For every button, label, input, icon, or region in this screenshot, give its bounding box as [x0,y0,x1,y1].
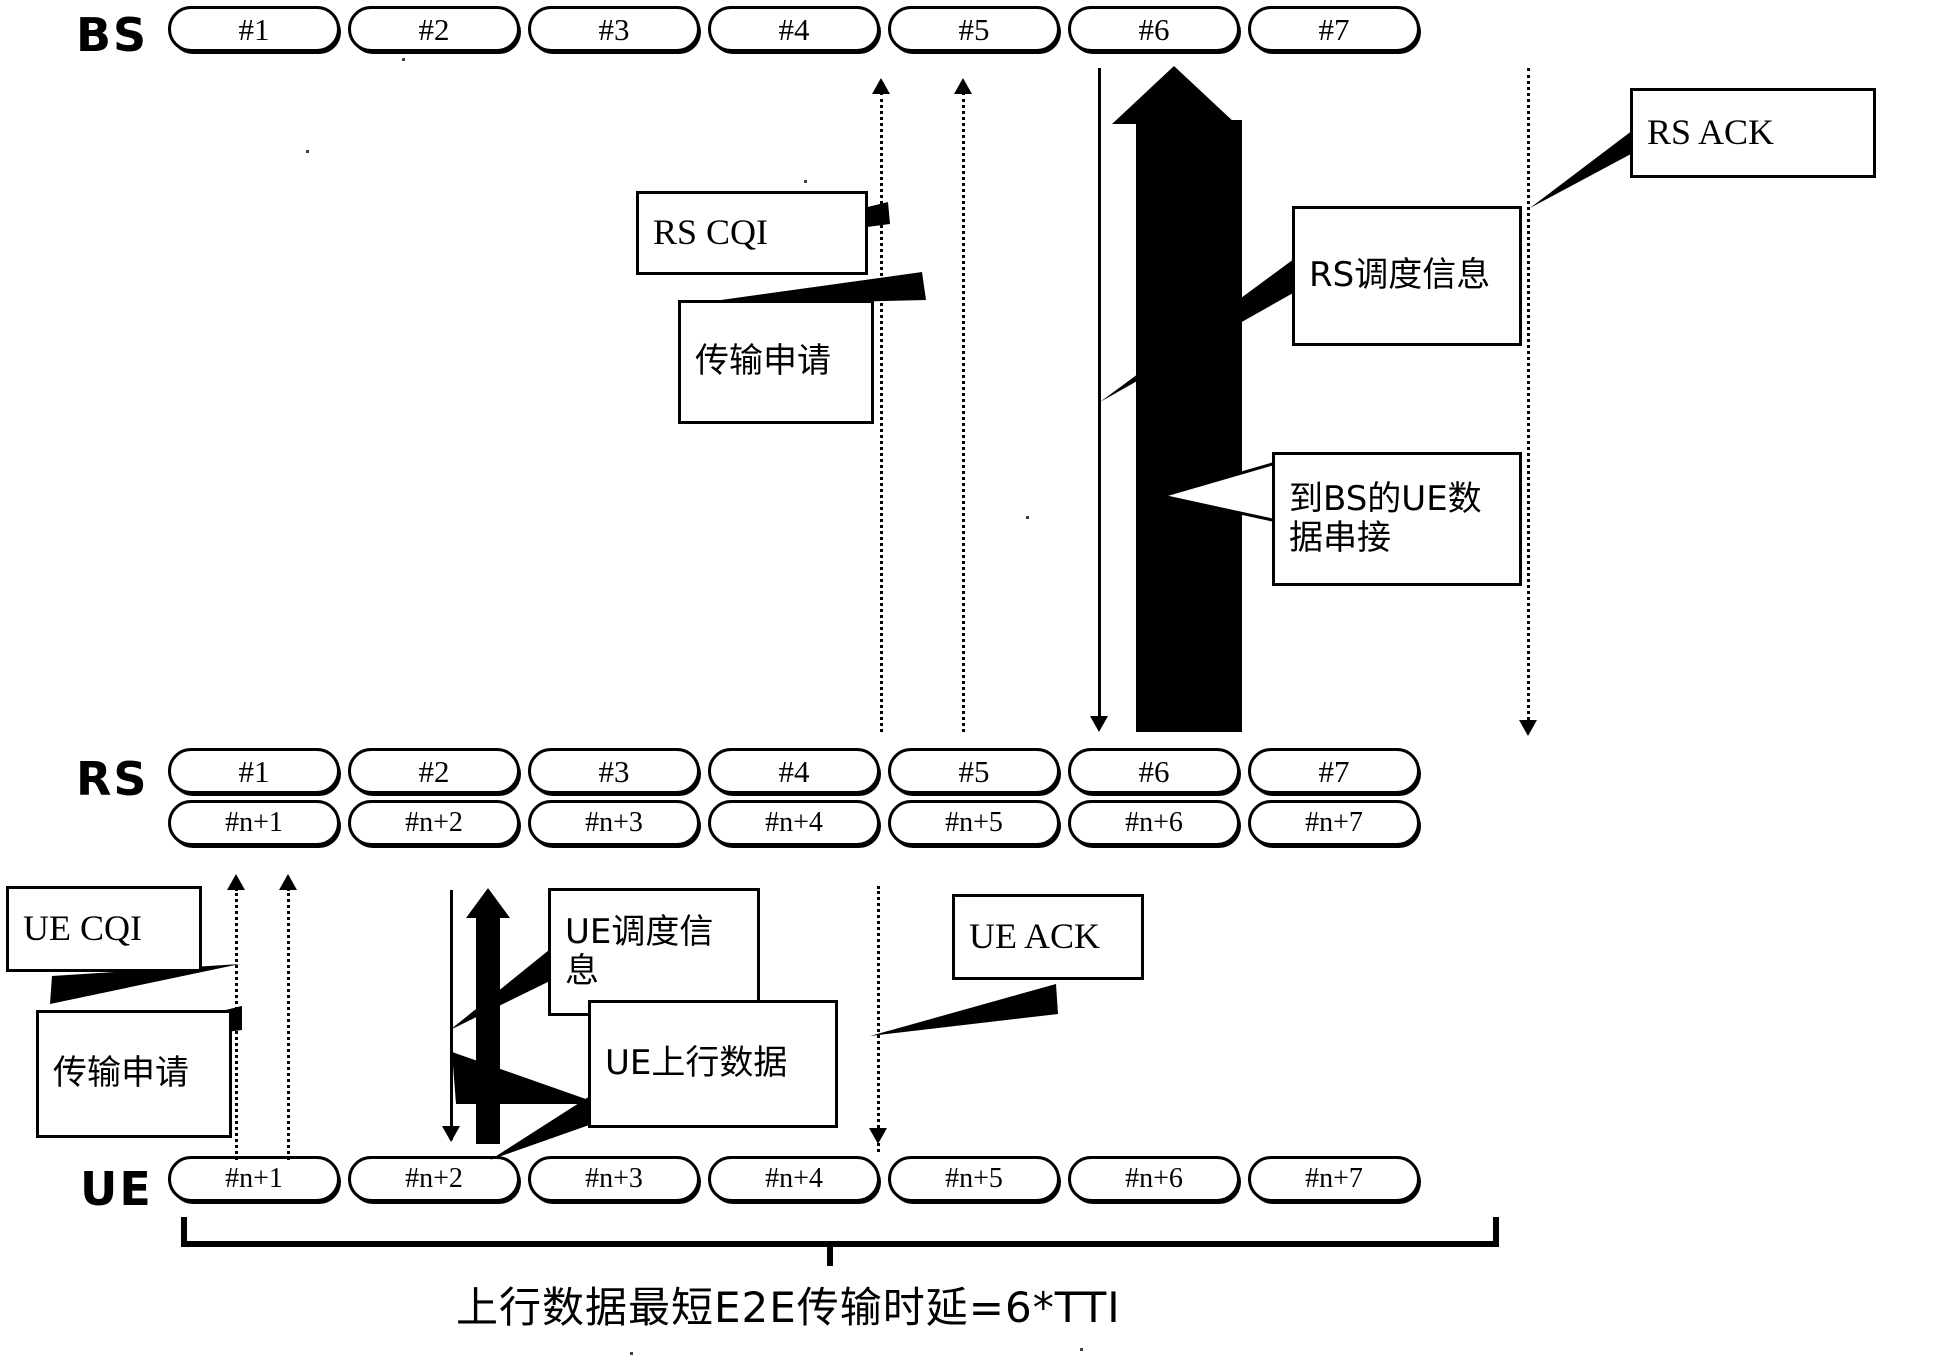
scan-speck [630,1352,633,1355]
callout-ue-ack-text: UE ACK [969,916,1101,957]
timeline-rs-request [962,92,965,732]
arrowhead-ue-ack-icon [869,1128,887,1144]
callout-ue-uplink-data-text: UE上行数据 [605,1043,788,1084]
rs-bottom-slot-3[interactable]: #n+3 [528,800,700,846]
callout-ue-cqi[interactable]: UE CQI [6,886,202,972]
ue-slot-6[interactable]: #n+6 [1068,1156,1240,1202]
ue-slot-1[interactable]: #n+1 [168,1156,340,1202]
diagram-canvas: BS #1 #2 #3 #4 #5 #6 #7 RS CQI 传输申请 RS调度… [0,0,1946,1364]
row-label-ue: UE [80,1162,153,1216]
rs-top-slot-7[interactable]: #7 [1248,748,1420,794]
thick-arrowhead-up-ue-icon [466,888,510,918]
rs-bottom-slot-4[interactable]: #n+4 [708,800,880,846]
callout-ue-data-to-bs[interactable]: 到BS的UE数据串接 [1272,452,1522,586]
callout-rs-ack-text: RS ACK [1647,112,1775,153]
rs-bottom-slot-2[interactable]: #n+2 [348,800,520,846]
callout-rs-cqi[interactable]: RS CQI [636,191,868,275]
rs-bottom-slot-7[interactable]: #n+7 [1248,800,1420,846]
rs-top-slot-2[interactable]: #2 [348,748,520,794]
leader-ue-ack [860,980,1090,1120]
callout-rs-request-text: 传输申请 [695,341,831,382]
bs-slot-1[interactable]: #1 [168,6,340,52]
bs-slot-4[interactable]: #4 [708,6,880,52]
scan-speck [1080,1348,1083,1351]
callout-rs-cqi-text: RS CQI [653,212,769,253]
bs-slot-5[interactable]: #5 [888,6,1060,52]
leader-rs-schedule [1098,248,1318,418]
rs-bottom-slot-1[interactable]: #n+1 [168,800,340,846]
thick-arrow-shaft-bs [1136,120,1242,732]
callout-ue-uplink-data[interactable]: UE上行数据 [588,1000,838,1128]
rs-top-slot-5[interactable]: #5 [888,748,1060,794]
callout-rs-ack[interactable]: RS ACK [1630,88,1876,178]
ue-slot-7[interactable]: #n+7 [1248,1156,1420,1202]
scan-speck [402,58,405,61]
rs-top-slot-4[interactable]: #4 [708,748,880,794]
row-label-rs: RS [76,752,149,806]
arrowhead-rs-ack-icon [1519,720,1537,736]
callout-rs-schedule-text: RS调度信息 [1309,255,1491,296]
bs-slot-2[interactable]: #2 [348,6,520,52]
rs-top-slot-3[interactable]: #3 [528,748,700,794]
latency-caption: 上行数据最短E2E传输时延=6*TTI [456,1283,1121,1332]
row-label-bs: BS [76,8,149,62]
callout-ue-schedule-text: UE调度信息 [565,911,714,991]
bs-slot-3[interactable]: #3 [528,6,700,52]
callout-ue-schedule[interactable]: UE调度信息 [548,888,760,1016]
callout-rs-schedule[interactable]: RS调度信息 [1292,206,1522,346]
bs-slot-7[interactable]: #7 [1248,6,1420,52]
thick-arrowhead-up-icon [1112,66,1236,124]
rs-top-slot-6[interactable]: #6 [1068,748,1240,794]
ue-slot-5[interactable]: #n+5 [888,1156,1060,1202]
rs-bottom-slot-5[interactable]: #n+5 [888,800,1060,846]
arrowhead-rs-cqi-icon [872,78,890,94]
callout-ue-data-to-bs-text: 到BS的UE数据串接 [1289,478,1482,558]
arrowhead-ue-cqi-icon [227,874,245,890]
rs-bottom-slot-6[interactable]: #n+6 [1068,800,1240,846]
arrowhead-rs-request-icon [954,78,972,94]
callout-ue-ack[interactable]: UE ACK [952,894,1144,980]
callout-rs-request[interactable]: 传输申请 [678,300,874,424]
callout-ue-request[interactable]: 传输申请 [36,1010,232,1138]
scan-speck [1026,516,1029,519]
callout-ue-cqi-text: UE CQI [23,908,142,949]
arrowhead-ue-request-icon [279,874,297,890]
ue-slot-4[interactable]: #n+4 [708,1156,880,1202]
rs-top-slot-1[interactable]: #1 [168,748,340,794]
bs-slot-6[interactable]: #6 [1068,6,1240,52]
latency-bracket [180,1216,1500,1272]
scan-speck [306,150,309,153]
callout-ue-request-text: 传输申请 [53,1053,189,1094]
